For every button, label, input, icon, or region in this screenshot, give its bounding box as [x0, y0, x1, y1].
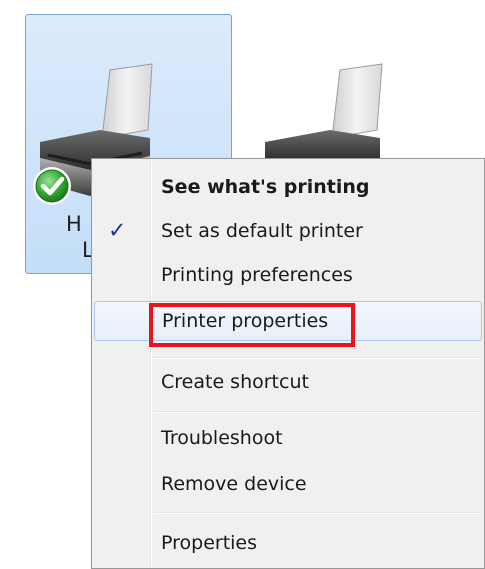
menu-item-troubleshoot[interactable]: Troubleshoot: [94, 418, 482, 458]
menu-item-label: Create shortcut: [161, 371, 309, 393]
menu-item-remove-device[interactable]: Remove device: [94, 464, 482, 504]
context-menu: See what's printing ✓ Set as default pri…: [91, 158, 485, 569]
printer-label-line1: H: [66, 212, 82, 236]
menu-item-properties[interactable]: Properties: [94, 523, 482, 563]
menu-item-label: Properties: [161, 532, 258, 554]
menu-item-printing-preferences[interactable]: Printing preferences: [94, 255, 482, 295]
menu-item-set-as-default-printer[interactable]: ✓ Set as default printer: [94, 211, 482, 251]
menu-item-label: See what's printing: [161, 176, 370, 198]
default-printer-check-icon: [33, 167, 71, 205]
menu-item-create-shortcut[interactable]: Create shortcut: [94, 362, 482, 402]
menu-item-label: Remove device: [161, 473, 307, 495]
checkmark-icon: ✓: [108, 218, 127, 244]
menu-item-label: Troubleshoot: [161, 427, 283, 449]
menu-separator: [154, 512, 481, 514]
menu-item-label: Set as default printer: [161, 220, 363, 242]
annotation-highlight-box: [149, 303, 355, 347]
printer-icon-second[interactable]: [255, 60, 385, 160]
menu-item-see-whats-printing[interactable]: See what's printing: [94, 167, 482, 207]
devices-and-printers-view: H L See what's printing ✓ Set as default…: [0, 0, 485, 569]
menu-item-label: Printing preferences: [161, 264, 353, 286]
menu-separator: [154, 411, 481, 413]
menu-separator: [154, 357, 481, 359]
